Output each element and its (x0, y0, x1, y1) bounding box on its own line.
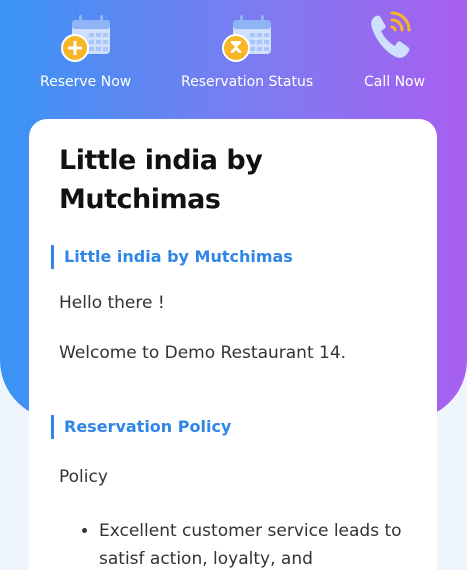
calendar-add-icon (60, 15, 110, 62)
calendar-hourglass-icon (222, 15, 272, 62)
call-now-button[interactable]: Call Now (364, 10, 425, 90)
restaurant-title: Little india by Mutchimas (59, 145, 263, 215)
phone-ringing-icon (370, 11, 411, 58)
reserve-now-button[interactable]: Reserve Now (40, 10, 131, 90)
intro-section-heading: Little india by Mutchimas (51, 245, 407, 269)
welcome-text: Welcome to Demo Restaurant 14. (59, 343, 347, 363)
policy-section-heading: Reservation Policy (51, 415, 407, 439)
policy-list-item: Excellent customer service leads to sati… (99, 517, 407, 570)
reservation-status-button[interactable]: Reservation Status (181, 10, 313, 90)
policy-label: Policy (59, 467, 108, 487)
call-now-label: Call Now (364, 74, 426, 90)
policy-list: Excellent customer service leads to sati… (59, 517, 407, 570)
quick-actions: Reserve Now Reservation Status Call Now (0, 0, 467, 110)
reserve-now-label: Reserve Now (40, 74, 132, 90)
reservation-status-label: Reservation Status (181, 74, 314, 90)
greeting-text: Hello there ! (59, 293, 165, 313)
restaurant-info-card: Little india by Mutchimas Little india b… (29, 119, 437, 570)
